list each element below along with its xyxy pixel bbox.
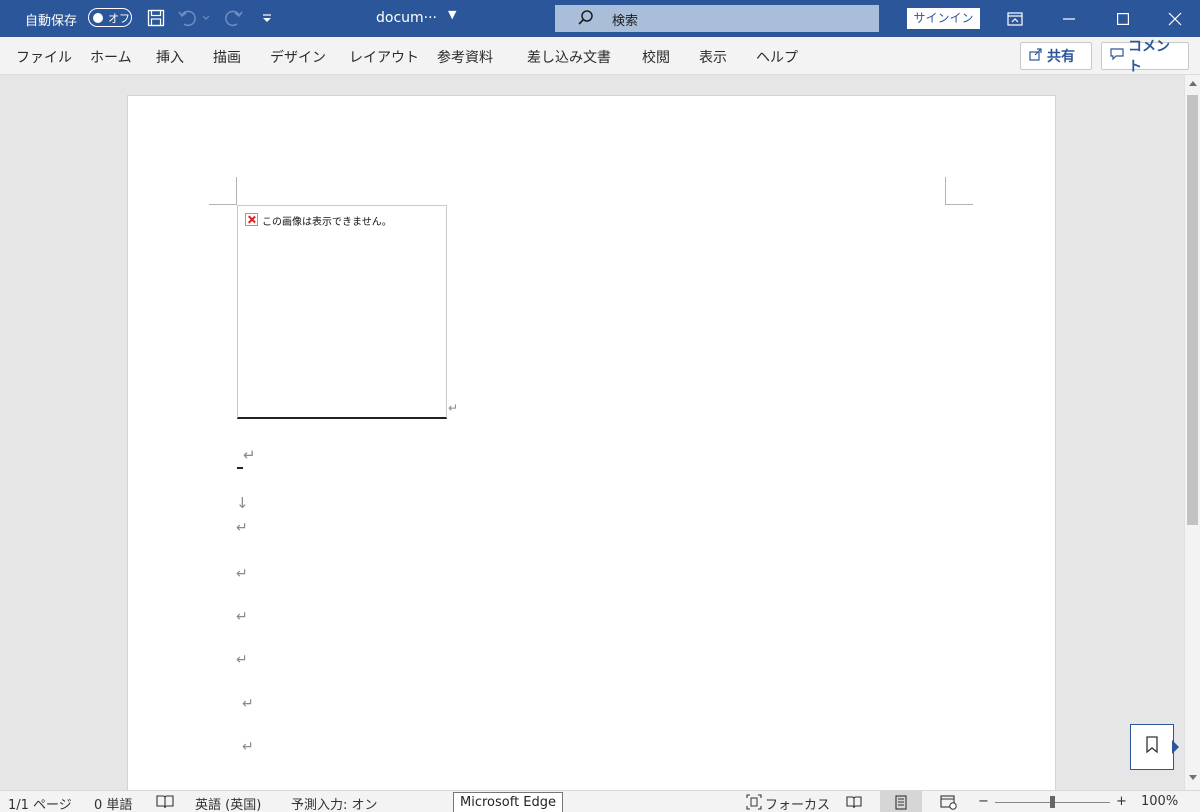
language-indicator[interactable]: 英語 (英国) — [195, 794, 261, 812]
undo-icon[interactable] — [178, 7, 200, 29]
focus-icon — [746, 794, 762, 812]
tab-draw[interactable]: 描画 — [213, 47, 241, 67]
comment-button[interactable]: コメント — [1101, 39, 1189, 75]
comment-label: コメント — [1128, 39, 1170, 75]
scroll-down-icon[interactable] — [1189, 775, 1197, 780]
paragraph-mark: ↵ — [448, 401, 459, 415]
share-icon — [1029, 47, 1043, 65]
customize-quick-access-icon[interactable] — [256, 7, 278, 29]
tab-design[interactable]: デザイン — [270, 47, 326, 67]
chevron-down-icon[interactable] — [200, 7, 212, 29]
save-icon[interactable] — [145, 7, 167, 29]
title-bar: 自動保存 オフ docum··· ▼ 検索 サインイン — [0, 0, 1200, 37]
bookmark-button[interactable] — [1130, 724, 1174, 770]
tab-insert[interactable]: 挿入 — [156, 47, 184, 67]
autosave-toggle[interactable]: オフ — [88, 8, 132, 27]
search-icon — [577, 9, 595, 31]
autosave-state: オフ — [108, 12, 130, 25]
read-mode-icon[interactable] — [839, 791, 869, 812]
focus-mode-button[interactable]: フォーカス — [765, 794, 830, 812]
broken-image-icon — [245, 213, 258, 226]
image-placeholder[interactable]: この画像は表示できません。 — [237, 205, 447, 419]
paragraph-mark: ↵ — [236, 652, 248, 668]
bookmark-pointer — [1172, 740, 1179, 754]
word-count[interactable]: 0 単語 — [94, 794, 132, 812]
tab-view[interactable]: 表示 — [699, 47, 727, 67]
paragraph-mark: ↵ — [236, 609, 248, 625]
tab-references[interactable]: 参考資料 — [437, 47, 493, 67]
proofing-book-icon[interactable] — [156, 795, 174, 812]
predictive-input-status[interactable]: 予測入力: オン — [291, 794, 378, 812]
scroll-thumb[interactable] — [1187, 95, 1198, 525]
toggle-knob — [93, 12, 103, 23]
share-label: 共有 — [1047, 49, 1075, 65]
tab-help[interactable]: ヘルプ — [756, 47, 798, 67]
paragraph-mark: ↵ — [242, 696, 254, 712]
tab-layout[interactable]: レイアウト — [349, 47, 419, 67]
tab-review[interactable]: 校閲 — [642, 47, 670, 67]
scroll-up-icon[interactable] — [1189, 81, 1197, 86]
status-bar: 1/1 ページ 0 単語 英語 (英国) 予測入力: オン フォーカス − + … — [0, 790, 1200, 812]
comment-icon — [1110, 47, 1124, 65]
close-icon[interactable] — [1152, 0, 1198, 37]
crop-mark-top-right-h — [945, 204, 973, 205]
tab-file[interactable]: ファイル — [16, 47, 72, 67]
maximize-icon[interactable] — [1100, 0, 1146, 37]
signin-button[interactable]: サインイン — [907, 8, 980, 29]
zoom-in-button[interactable]: + — [1116, 794, 1127, 809]
minimize-icon[interactable] — [1046, 0, 1092, 37]
title-dropdown-icon[interactable]: ▼ — [448, 8, 456, 21]
ribbon-tab-bar: ファイル ホーム 挿入 描画 デザイン レイアウト 参考資料 差し込み文書 校閲… — [0, 37, 1200, 75]
search-box[interactable]: 検索 — [555, 5, 879, 32]
autosave-label: 自動保存 — [25, 14, 78, 29]
document-page[interactable] — [127, 95, 1056, 812]
crop-mark-top-left-h — [209, 204, 237, 205]
document-title[interactable]: docum··· — [376, 10, 437, 26]
zoom-level[interactable]: 100% — [1141, 794, 1178, 809]
page-count[interactable]: 1/1 ページ — [8, 794, 72, 812]
bookmark-icon — [1145, 736, 1159, 758]
tab-home[interactable]: ホーム — [90, 47, 132, 67]
vertical-scrollbar[interactable] — [1184, 75, 1200, 790]
tooltip: Microsoft Edge — [453, 792, 564, 812]
share-button[interactable]: 共有 — [1020, 42, 1092, 70]
print-layout-icon[interactable] — [880, 791, 922, 812]
zoom-out-button[interactable]: − — [978, 794, 989, 809]
paragraph-mark: ↵ — [242, 739, 254, 755]
crop-mark-top-right-v — [945, 177, 946, 204]
tab-mailings[interactable]: 差し込み文書 — [527, 47, 611, 67]
search-placeholder: 検索 — [612, 14, 639, 29]
line-break-mark: ↓ — [236, 494, 249, 512]
ribbon-display-options-icon[interactable] — [992, 0, 1038, 37]
redo-icon[interactable] — [222, 7, 244, 29]
image-error-message: この画像は表示できません。 — [262, 217, 392, 228]
crop-mark-top-left-v — [236, 177, 237, 204]
paragraph-mark: ↵ — [236, 520, 248, 536]
paragraph-mark: ↵ — [243, 446, 256, 464]
web-layout-icon[interactable] — [933, 791, 963, 812]
paragraph-mark: ↵ — [236, 566, 248, 582]
text-cursor — [237, 467, 243, 469]
zoom-slider-thumb[interactable] — [1050, 796, 1055, 808]
